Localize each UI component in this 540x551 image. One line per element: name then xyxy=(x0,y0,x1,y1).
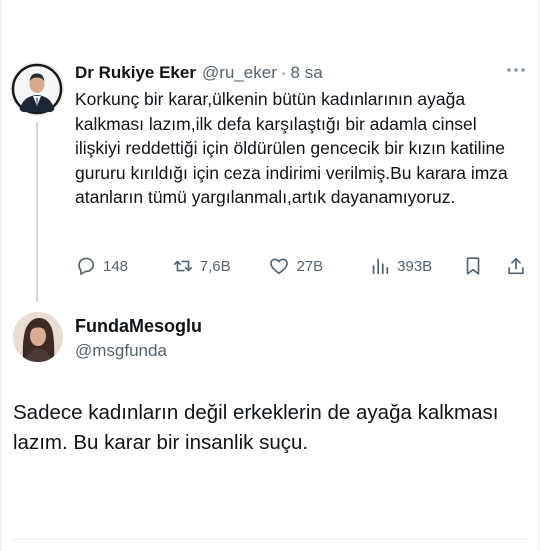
author-handle[interactable]: @ru_eker xyxy=(202,63,277,83)
retweet-count: 7,6B xyxy=(199,257,231,275)
avatar-image xyxy=(10,62,64,116)
avatar-fundamesoglu[interactable] xyxy=(13,312,63,362)
reply-count: 148 xyxy=(103,257,129,275)
reply-icon xyxy=(78,257,94,275)
quoted-tweet-text: Korkunç bir karar,ülkenin bütün kadınlar… xyxy=(75,89,508,207)
faded-header xyxy=(0,0,540,42)
reply-button[interactable]: 148 xyxy=(75,255,172,277)
bookmark-icon xyxy=(466,257,480,275)
views-button[interactable]: 393B xyxy=(369,255,462,277)
more-horizontal-icon[interactable] xyxy=(504,60,528,80)
left-border xyxy=(0,0,1,551)
tweet-time[interactable]: 8 sa xyxy=(291,63,323,83)
main-tweet-text: Sadece kadınların değil erkeklerin de ay… xyxy=(13,401,499,454)
avatar-image xyxy=(13,312,63,362)
share-icon xyxy=(508,257,525,275)
separator-dot: · xyxy=(280,63,287,82)
thread-connector-line xyxy=(36,122,38,302)
views-count: 393B xyxy=(397,257,433,275)
author-name[interactable]: FundaMesoglu xyxy=(75,316,202,337)
retweet-button[interactable]: 7,6B xyxy=(172,255,269,277)
share-button[interactable] xyxy=(505,255,535,277)
tweet-actions-bar: 148 7,6B 27B 393B xyxy=(75,254,535,278)
like-count: 27B xyxy=(296,257,324,275)
views-chart-icon xyxy=(372,258,389,275)
bookmark-button[interactable] xyxy=(462,255,505,277)
like-button[interactable]: 27B xyxy=(268,255,369,277)
avatar-rukiye-eker[interactable] xyxy=(10,62,64,116)
heart-icon xyxy=(270,258,289,275)
author-handle[interactable]: @msgfunda xyxy=(75,341,167,361)
quoted-tweet-header: Dr Rukiye Eker @ru_eker · 8 sa xyxy=(75,62,323,84)
faded-bottom-divider xyxy=(12,538,528,540)
author-name[interactable]: Dr Rukiye Eker xyxy=(75,63,196,83)
retweet-icon xyxy=(173,260,192,272)
